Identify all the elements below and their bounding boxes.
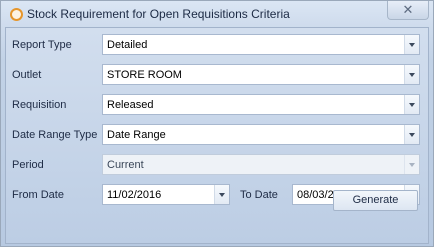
criteria-dialog: Stock Requirement for Open Requisitions … xyxy=(0,0,434,247)
date-range-type-label: Date Range Type xyxy=(12,129,98,141)
report-type-select[interactable]: Detailed xyxy=(102,34,420,55)
to-date-label: To Date xyxy=(240,189,278,201)
window-title: Stock Requirement for Open Requisitions … xyxy=(27,7,290,21)
report-type-value: Detailed xyxy=(107,39,148,51)
from-date-picker[interactable]: 11/02/2016 xyxy=(102,184,230,205)
period-label: Period xyxy=(12,159,44,171)
period-value: Current xyxy=(107,159,144,171)
requisition-dropdown-button[interactable] xyxy=(404,95,419,114)
date-range-type-dropdown-button[interactable] xyxy=(404,125,419,144)
chevron-down-icon xyxy=(409,163,415,167)
date-range-type-value: Date Range xyxy=(107,129,166,141)
requisition-label: Requisition xyxy=(12,99,67,111)
from-date-label: From Date xyxy=(12,189,64,201)
from-date-value: 11/02/2016 xyxy=(107,189,162,201)
report-type-dropdown-button[interactable] xyxy=(404,35,419,54)
close-button[interactable]: ✕ xyxy=(387,1,429,20)
outlet-select[interactable]: STORE ROOM xyxy=(102,64,420,85)
generate-button[interactable]: Generate xyxy=(333,190,418,211)
chevron-down-icon xyxy=(409,43,415,47)
chevron-down-icon xyxy=(409,133,415,137)
requisition-select[interactable]: Released xyxy=(102,94,420,115)
period-dropdown-button xyxy=(404,155,419,174)
date-range-type-select[interactable]: Date Range xyxy=(102,124,420,145)
criteria-panel: Report Type Detailed Outlet STORE ROOM R… xyxy=(5,27,429,244)
title-bar[interactable]: Stock Requirement for Open Requisitions … xyxy=(1,1,433,27)
outlet-label: Outlet xyxy=(12,69,42,81)
chevron-down-icon xyxy=(409,103,415,107)
requisition-value: Released xyxy=(107,99,154,111)
app-icon xyxy=(10,8,23,21)
from-date-dropdown-button[interactable] xyxy=(214,185,229,204)
close-icon: ✕ xyxy=(402,2,414,17)
outlet-value: STORE ROOM xyxy=(107,69,182,81)
chevron-down-icon xyxy=(409,73,415,77)
report-type-label: Report Type xyxy=(12,39,72,51)
period-select: Current xyxy=(102,154,420,175)
outlet-dropdown-button[interactable] xyxy=(404,65,419,84)
chevron-down-icon xyxy=(219,193,225,197)
